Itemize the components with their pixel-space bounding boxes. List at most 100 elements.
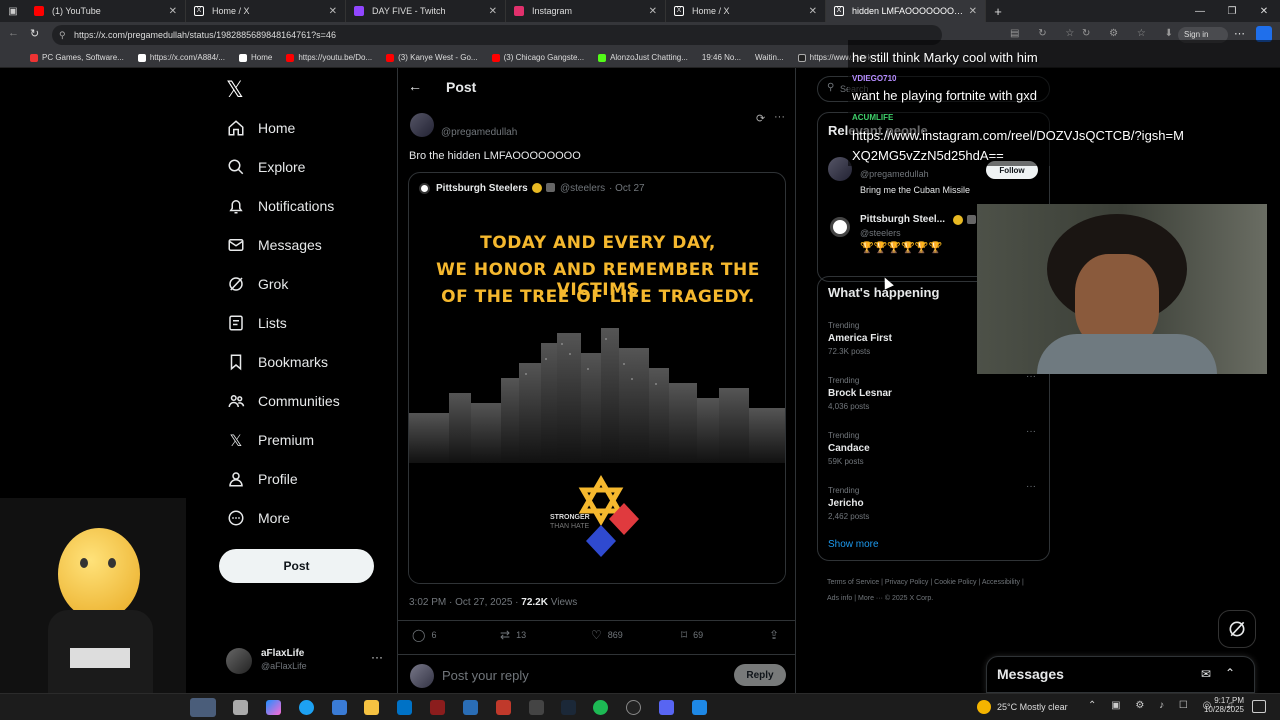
toolbar-action-icons[interactable]: ↻ ⚙ ☆ ⬇	[1082, 28, 1181, 39]
nav-item-more[interactable]: More	[226, 508, 290, 528]
grok-explain-icon[interactable]: ⟳	[756, 112, 765, 125]
close-icon[interactable]: ✕	[329, 6, 337, 17]
bookmark-item[interactable]: (3) Chicago Gangste...	[491, 53, 584, 62]
tab-x-home[interactable]: X Home / X ✕	[186, 0, 346, 22]
menu-dots-icon[interactable]: ⋯	[1234, 27, 1245, 40]
store-icon[interactable]	[332, 700, 347, 715]
maximize-icon[interactable]: ❐	[1216, 6, 1248, 17]
more-dots-icon[interactable]: ···	[1026, 426, 1036, 437]
close-icon[interactable]: ✕	[649, 6, 657, 17]
toolbar-extension-icons[interactable]: ▤ ↻ ☆	[1010, 28, 1082, 39]
url-field[interactable]: ⚲ https://x.com/pregamedullah/status/198…	[52, 25, 942, 45]
nav-item-grok[interactable]: Grok	[226, 274, 288, 294]
nav-item-explore[interactable]: Explore	[226, 157, 305, 177]
nav-item-lists[interactable]: Lists	[226, 313, 287, 333]
footer-link[interactable]: Terms of Service	[827, 579, 879, 586]
trend-item[interactable]: Trending Jericho 2,462 posts	[828, 486, 1043, 521]
tab-youtube[interactable]: (1) YouTube ✕	[26, 0, 186, 22]
clock[interactable]: 9:17 PM 10/28/2025	[1200, 696, 1244, 714]
back-icon[interactable]: ←	[8, 27, 19, 39]
show-more-link[interactable]: Show more	[828, 539, 879, 550]
spotify-icon[interactable]	[593, 700, 608, 715]
nav-item-premium[interactable]: 𝕏 Premium	[226, 430, 314, 450]
tab-twitch[interactable]: DAY FIVE - Twitch ✕	[346, 0, 506, 22]
copilot-icon[interactable]	[266, 700, 281, 715]
reply-action[interactable]: ◯ 6	[412, 628, 436, 642]
nav-item-bookmarks[interactable]: Bookmarks	[226, 352, 328, 372]
bookmark-item[interactable]: 19:46 No...	[702, 53, 741, 62]
close-icon[interactable]: ✕	[969, 6, 977, 17]
bookmark-item[interactable]: AlonzoJust Chatting...	[598, 53, 688, 62]
close-icon[interactable]: ✕	[809, 6, 817, 17]
minimize-icon[interactable]: —	[1184, 6, 1216, 17]
footer-link[interactable]: Privacy Policy	[885, 579, 929, 586]
back-arrow-icon[interactable]: ←	[408, 78, 422, 94]
grok-floating-button[interactable]	[1218, 610, 1256, 648]
nav-item-communities[interactable]: Communities	[226, 391, 340, 411]
close-icon[interactable]: ✕	[169, 6, 177, 17]
x-logo-icon[interactable]: 𝕏	[226, 78, 244, 103]
reply-button[interactable]: Reply	[734, 664, 786, 686]
nav-item-home[interactable]: Home	[226, 118, 295, 138]
footer-link[interactable]: Ads info	[827, 595, 852, 602]
obs-icon[interactable]	[626, 700, 641, 715]
new-tab-icon[interactable]: +	[986, 4, 1010, 19]
bookmark-item[interactable]: (3) Kanye West - Go...	[386, 53, 478, 62]
steam-icon[interactable]	[561, 700, 576, 715]
messages-drawer[interactable]: Messages ✉ ⌃	[986, 656, 1255, 693]
app-icon[interactable]	[529, 700, 544, 715]
nav-item-profile[interactable]: Profile	[226, 469, 298, 489]
bookmark-item[interactable]: Waitin...	[755, 53, 784, 62]
nav-item-notifications[interactable]: Notifications	[226, 196, 334, 216]
person-name[interactable]: Pittsburgh Steel...	[860, 214, 945, 225]
post-button[interactable]: Post	[219, 549, 374, 583]
more-dots-icon[interactable]: ···	[371, 650, 383, 664]
tab-x-post[interactable]: Xhidden LMFAOOOOOOOO" / X ✕	[826, 0, 986, 22]
quoted-post[interactable]: Pittsburgh Steelers @steelers · Oct 27 T…	[408, 172, 786, 584]
nav-item-messages[interactable]: Messages	[226, 235, 322, 255]
trend-item[interactable]: Trending Candace 59K posts	[828, 431, 1043, 466]
avatar[interactable]	[410, 113, 434, 137]
steelers-logo-icon[interactable]	[830, 217, 850, 237]
app-icon[interactable]	[430, 700, 445, 715]
outlook-icon[interactable]	[397, 700, 412, 715]
task-view-icon[interactable]	[233, 700, 248, 715]
person-handle[interactable]: @steelers	[860, 228, 901, 238]
footer-link[interactable]: More ···	[858, 595, 883, 602]
account-switcher[interactable]: aFlaxLife @aFlaxLife ···	[226, 646, 386, 676]
more-dots-icon[interactable]: ···	[1026, 481, 1036, 492]
site-info-icon[interactable]: ⚲	[59, 25, 66, 45]
tab-x-home-2[interactable]: X Home / X ✕	[666, 0, 826, 22]
footer-link[interactable]: Cookie Policy	[934, 579, 976, 586]
reply-input[interactable]: Post your reply	[442, 668, 529, 683]
bookmark-item[interactable]: Home	[238, 53, 272, 62]
retweet-action[interactable]: ⇄ 13	[500, 628, 526, 642]
app-icon[interactable]	[692, 700, 707, 715]
more-dots-icon[interactable]: ···	[774, 111, 785, 123]
share-icon[interactable]: ⇪	[769, 628, 779, 642]
close-window-icon[interactable]: ✕	[1248, 6, 1280, 17]
author-handle[interactable]: @pregamedullah	[441, 127, 517, 138]
discord-icon[interactable]	[659, 700, 674, 715]
app-icon[interactable]	[463, 700, 478, 715]
bookmark-item[interactable]: PC Games, Software...	[30, 53, 124, 62]
widgets-icon[interactable]	[190, 698, 216, 717]
tab-instagram[interactable]: Instagram ✕	[506, 0, 666, 22]
weather-text[interactable]: 25°C Mostly clear	[997, 702, 1068, 712]
footer-link[interactable]: Accessibility	[982, 579, 1020, 586]
compose-message-icon[interactable]: ✉	[1201, 667, 1211, 681]
quote-image[interactable]: TODAY AND EVERY DAY, WE HONOR AND REMEMB…	[409, 203, 785, 583]
bookmark-action[interactable]: ⌑ 69	[681, 628, 703, 642]
person-handle[interactable]: @pregamedullah	[860, 169, 929, 179]
chevron-up-icon[interactable]: ⌃	[1225, 666, 1235, 680]
window-menu-icon[interactable]: ▣	[0, 0, 26, 22]
app-icon[interactable]	[496, 700, 511, 715]
trend-item[interactable]: Trending Brock Lesnar 4,036 posts	[828, 376, 1043, 411]
file-explorer-icon[interactable]	[364, 700, 379, 715]
close-icon[interactable]: ✕	[489, 6, 497, 17]
like-action[interactable]: ♡ 869	[591, 628, 623, 642]
edge-icon[interactable]	[299, 700, 314, 715]
bookmark-item[interactable]: https://youtu.be/Do...	[286, 53, 372, 62]
notifications-icon[interactable]	[1252, 700, 1266, 713]
bookmark-item[interactable]: https://x.com/A884/...	[137, 53, 225, 62]
